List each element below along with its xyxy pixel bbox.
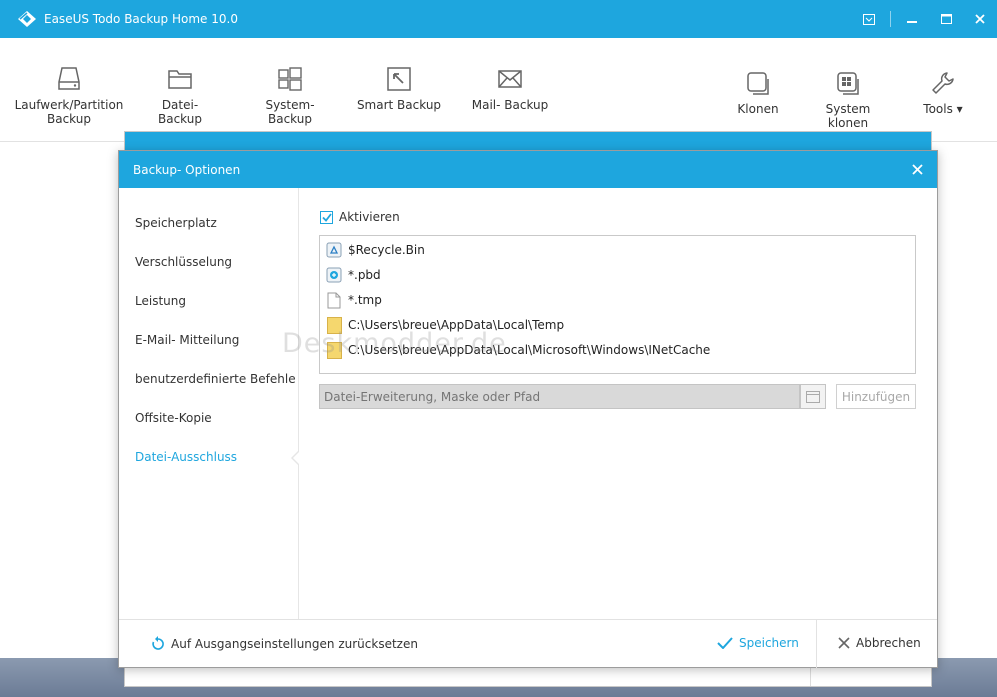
active-item-pointer (291, 450, 300, 466)
browse-button[interactable] (800, 384, 826, 409)
dialog-header: Backup- Optionen (119, 151, 937, 188)
list-item[interactable]: $Recycle.Bin (326, 240, 425, 260)
reset-label: Auf Ausgangseinstellungen zurücksetzen (171, 636, 418, 651)
smart-backup-button[interactable]: Smart Backup (356, 66, 442, 112)
tools-label: Tools ▾ (923, 102, 963, 116)
drive-icon (58, 67, 80, 90)
sidebar-item-email-notification[interactable]: E-Mail- Mitteilung (135, 333, 239, 347)
mail-backup-label: Mail- Backup (471, 98, 549, 112)
system-clone-icon (837, 72, 859, 95)
file-exclusion-panel: Aktivieren $Recycle.Bin *.pbd *.tmp C:\U… (319, 188, 919, 619)
app-title: EaseUS Todo Backup Home 10.0 (44, 12, 238, 26)
wrench-icon (932, 72, 954, 94)
drive-partition-backup-label: Laufwerk/Partition Backup (14, 98, 124, 126)
system-clone-label: System klonen (825, 102, 871, 130)
close-icon[interactable] (963, 0, 997, 38)
sidebar-item-performance[interactable]: Leistung (135, 294, 186, 308)
file-backup-button[interactable]: Datei- Backup (140, 66, 220, 126)
exclusion-text: C:\Users\breue\AppData\Local\Temp (348, 318, 565, 332)
folder-icon (326, 341, 342, 359)
pbd-file-icon (326, 266, 342, 284)
title-bar: EaseUS Todo Backup Home 10.0 (0, 0, 997, 38)
cancel-x-icon (838, 637, 850, 649)
smart-arrow-icon (387, 67, 411, 91)
exclusion-list[interactable]: $Recycle.Bin *.pbd *.tmp C:\Users\breue\… (319, 235, 916, 374)
browse-folder-icon (806, 390, 820, 403)
cancel-button[interactable]: Abbrechen (838, 636, 921, 650)
footer-divider (816, 620, 817, 668)
app-logo-icon (16, 8, 38, 30)
reset-icon (152, 636, 164, 650)
activate-label: Aktivieren (339, 210, 400, 224)
list-item[interactable]: C:\Users\breue\AppData\Local\Temp (326, 315, 564, 335)
exclusion-text: *.pbd (348, 268, 381, 282)
activate-row[interactable]: Aktivieren (320, 210, 400, 224)
exclusion-text: *.tmp (348, 293, 382, 307)
clone-button[interactable]: Klonen (733, 70, 783, 116)
add-exclusion-row: Hinzufügen (319, 384, 919, 410)
list-item[interactable]: *.pbd (326, 265, 381, 285)
save-label: Speichern (739, 636, 799, 650)
window-controls (852, 0, 997, 38)
checkmark-icon (717, 637, 733, 649)
smart-backup-label: Smart Backup (356, 98, 442, 112)
blank-file-icon (326, 291, 342, 309)
list-item[interactable]: *.tmp (326, 290, 382, 310)
sidebar-item-custom-commands[interactable]: benutzerdefinierte Befehle (135, 372, 296, 386)
tools-menu-button[interactable]: Tools ▾ (915, 70, 971, 116)
save-button[interactable]: Speichern (717, 636, 799, 650)
exclusion-path-input[interactable] (319, 384, 800, 409)
add-button[interactable]: Hinzufügen (836, 384, 916, 409)
dialog-footer: Auf Ausgangseinstellungen zurücksetzen S… (119, 619, 937, 668)
dialog-title: Backup- Optionen (133, 162, 241, 177)
exclusion-text: C:\Users\breue\AppData\Local\Microsoft\W… (348, 343, 711, 357)
restore-tray-icon[interactable] (852, 0, 886, 38)
dialog-close-icon[interactable] (909, 161, 925, 177)
windows-icon (278, 67, 302, 91)
recycle-bin-icon (326, 241, 342, 259)
mail-backup-button[interactable]: Mail- Backup (468, 66, 552, 112)
behind-window-header (125, 132, 931, 152)
list-item[interactable]: C:\Users\breue\AppData\Local\Microsoft\W… (326, 340, 710, 360)
cancel-label: Abbrechen (856, 636, 921, 650)
system-backup-label: System- Backup (265, 98, 315, 126)
minimize-icon[interactable] (895, 0, 929, 38)
clone-label: Klonen (737, 102, 779, 116)
backup-options-dialog: Backup- Optionen Speicherplatz Verschlüs… (118, 150, 938, 668)
file-backup-label: Datei- Backup (158, 98, 202, 126)
main-toolbar: Laufwerk/Partition Backup Datei- Backup … (0, 38, 997, 142)
reset-defaults-button[interactable]: Auf Ausgangseinstellungen zurücksetzen (151, 636, 418, 651)
folder-icon (326, 316, 342, 334)
mail-icon (498, 70, 522, 88)
exclusion-text: $Recycle.Bin (348, 243, 425, 257)
system-backup-button[interactable]: System- Backup (242, 66, 338, 126)
sidebar-item-storage[interactable]: Speicherplatz (135, 216, 217, 230)
drive-partition-backup-button[interactable]: Laufwerk/Partition Backup (15, 66, 123, 126)
activate-checkbox[interactable] (320, 210, 333, 224)
clone-icon (747, 72, 769, 95)
sidebar-item-offsite-copy[interactable]: Offsite-Kopie (135, 411, 212, 425)
options-sidebar: Speicherplatz Verschlüsselung Leistung E… (119, 188, 300, 619)
sidebar-item-file-exclusion[interactable]: Datei-Ausschluss (135, 450, 237, 464)
sidebar-item-encryption[interactable]: Verschlüsselung (135, 255, 232, 269)
folder-icon (168, 70, 192, 89)
maximize-icon[interactable] (929, 0, 963, 38)
window-controls-divider (890, 11, 891, 27)
system-clone-button[interactable]: System klonen (805, 70, 891, 130)
